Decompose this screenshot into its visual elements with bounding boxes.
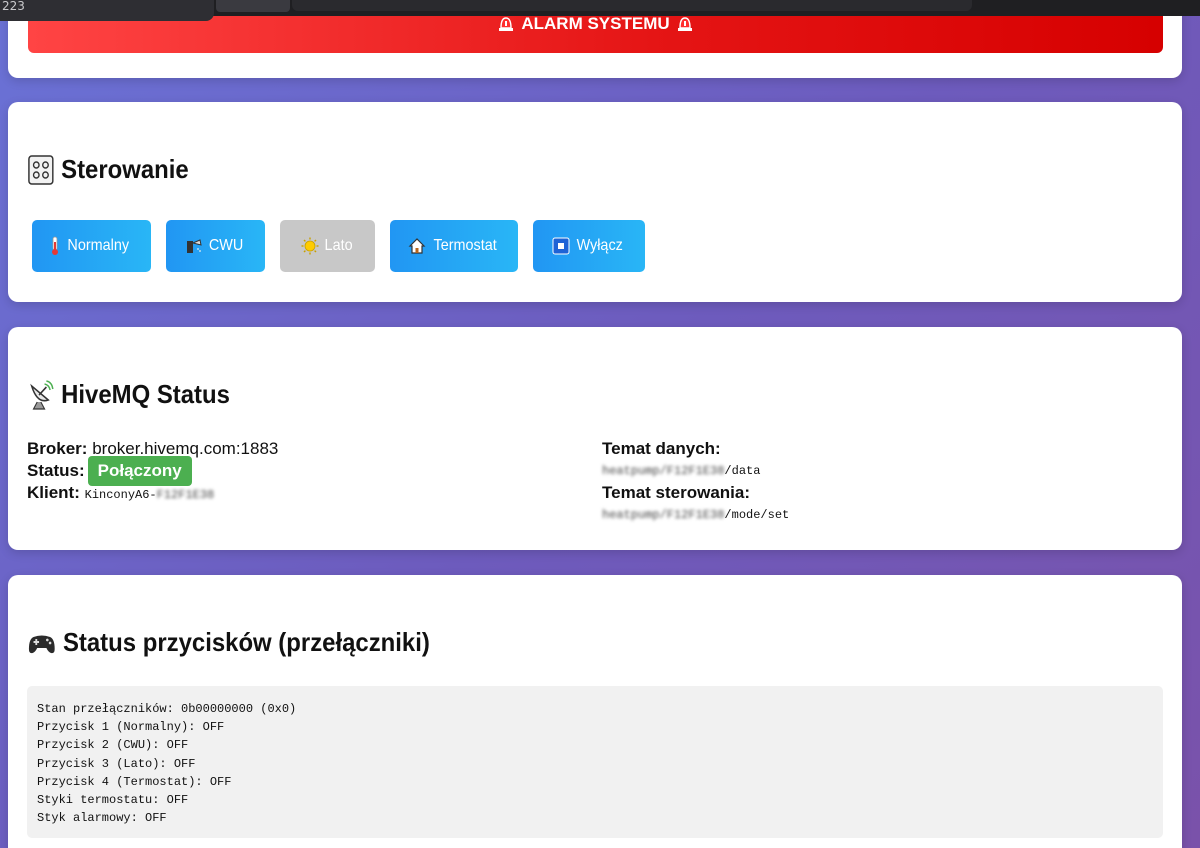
client-id-redacted: F12F1E38 (156, 488, 215, 502)
data-topic-suffix: /data (724, 464, 761, 478)
hivemq-title: HiveMQ Status (28, 379, 230, 410)
shower-icon (187, 239, 203, 253)
control-topic-label: Temat sterowania: (602, 483, 751, 502)
status-label: Status: (27, 461, 85, 480)
mode-lato-button[interactable]: Lato (280, 220, 375, 272)
stop-icon (552, 237, 570, 255)
alarm-contact-line: Styk alarmowy: OFF (37, 811, 167, 826)
sun-icon (301, 237, 319, 255)
browser-tab-title: 223 (2, 0, 25, 13)
switches-title: Status przycisków (przełączniki) (28, 627, 430, 658)
button-1-line: Przycisk 1 (Normalny): OFF (37, 720, 225, 735)
data-topic-redacted: heatpump/F12F1E38 (602, 464, 725, 478)
button-3-line: Przycisk 3 (Lato): OFF (37, 756, 196, 771)
control-topic-value: heatpump/F12F1E38/mode/set (602, 504, 789, 526)
broker-label: Broker: (27, 439, 88, 458)
client-prefix: KinconyA6- (84, 488, 157, 502)
thermostat-contacts-line: Styki termostatu: OFF (37, 793, 189, 808)
data-topic-label: Temat danych: (602, 439, 721, 458)
switches-status-output: Stan przełączników: 0b00000000 (0x0) Prz… (27, 686, 1163, 838)
siren-icon (677, 17, 692, 31)
hivemq-connection-info: Broker: broker.hivemq.com:1883 Status: P… (27, 438, 278, 506)
mode-termostat-button[interactable]: Termostat (390, 220, 518, 272)
hivemq-card: HiveMQ Status Broker: broker.hivemq.com:… (8, 327, 1182, 550)
client-row: Klient: KinconyA6-F12F1E38 (27, 482, 278, 506)
alarm-label: ALARM SYSTEMU (521, 14, 670, 33)
control-knobs-icon (28, 154, 54, 185)
status-row: Status: Połączony (27, 456, 278, 486)
satellite-antenna-icon (30, 379, 54, 410)
thermometer-icon (52, 236, 59, 255)
mode-normalny-button[interactable]: Normalny (32, 220, 151, 272)
button-2-line: Przycisk 2 (CWU): OFF (37, 738, 189, 753)
address-bar[interactable] (292, 0, 972, 11)
hivemq-topics-info: Temat danych: heatpump/F12F1E38/data Tem… (602, 438, 789, 526)
control-topic-redacted: heatpump/F12F1E38 (602, 508, 725, 522)
browser-tab[interactable]: 223 (0, 0, 214, 21)
siren-icon (499, 17, 514, 31)
control-card: Sterowanie Normalny CWU Lato Termostat W… (8, 102, 1182, 302)
mode-cwu-button[interactable]: CWU (166, 220, 265, 272)
switches-card: Status przycisków (przełączniki) Stan pr… (8, 575, 1182, 848)
button-4-line: Przycisk 4 (Termostat): OFF (37, 774, 232, 789)
mode-wylacz-button[interactable]: Wyłącz (533, 220, 645, 272)
control-topic-suffix: /mode/set (724, 508, 790, 522)
mode-button-row: Normalny CWU Lato Termostat Wyłącz (32, 220, 645, 272)
control-title: Sterowanie (28, 154, 189, 185)
client-label: Klient: (27, 483, 80, 502)
house-icon (408, 238, 426, 254)
browser-tab-active[interactable] (216, 0, 290, 12)
data-topic-value: heatpump/F12F1E38/data (602, 460, 789, 482)
gamepad-icon (28, 635, 55, 653)
switches-state-line: Stan przełączników: 0b00000000 (0x0) (37, 702, 297, 716)
